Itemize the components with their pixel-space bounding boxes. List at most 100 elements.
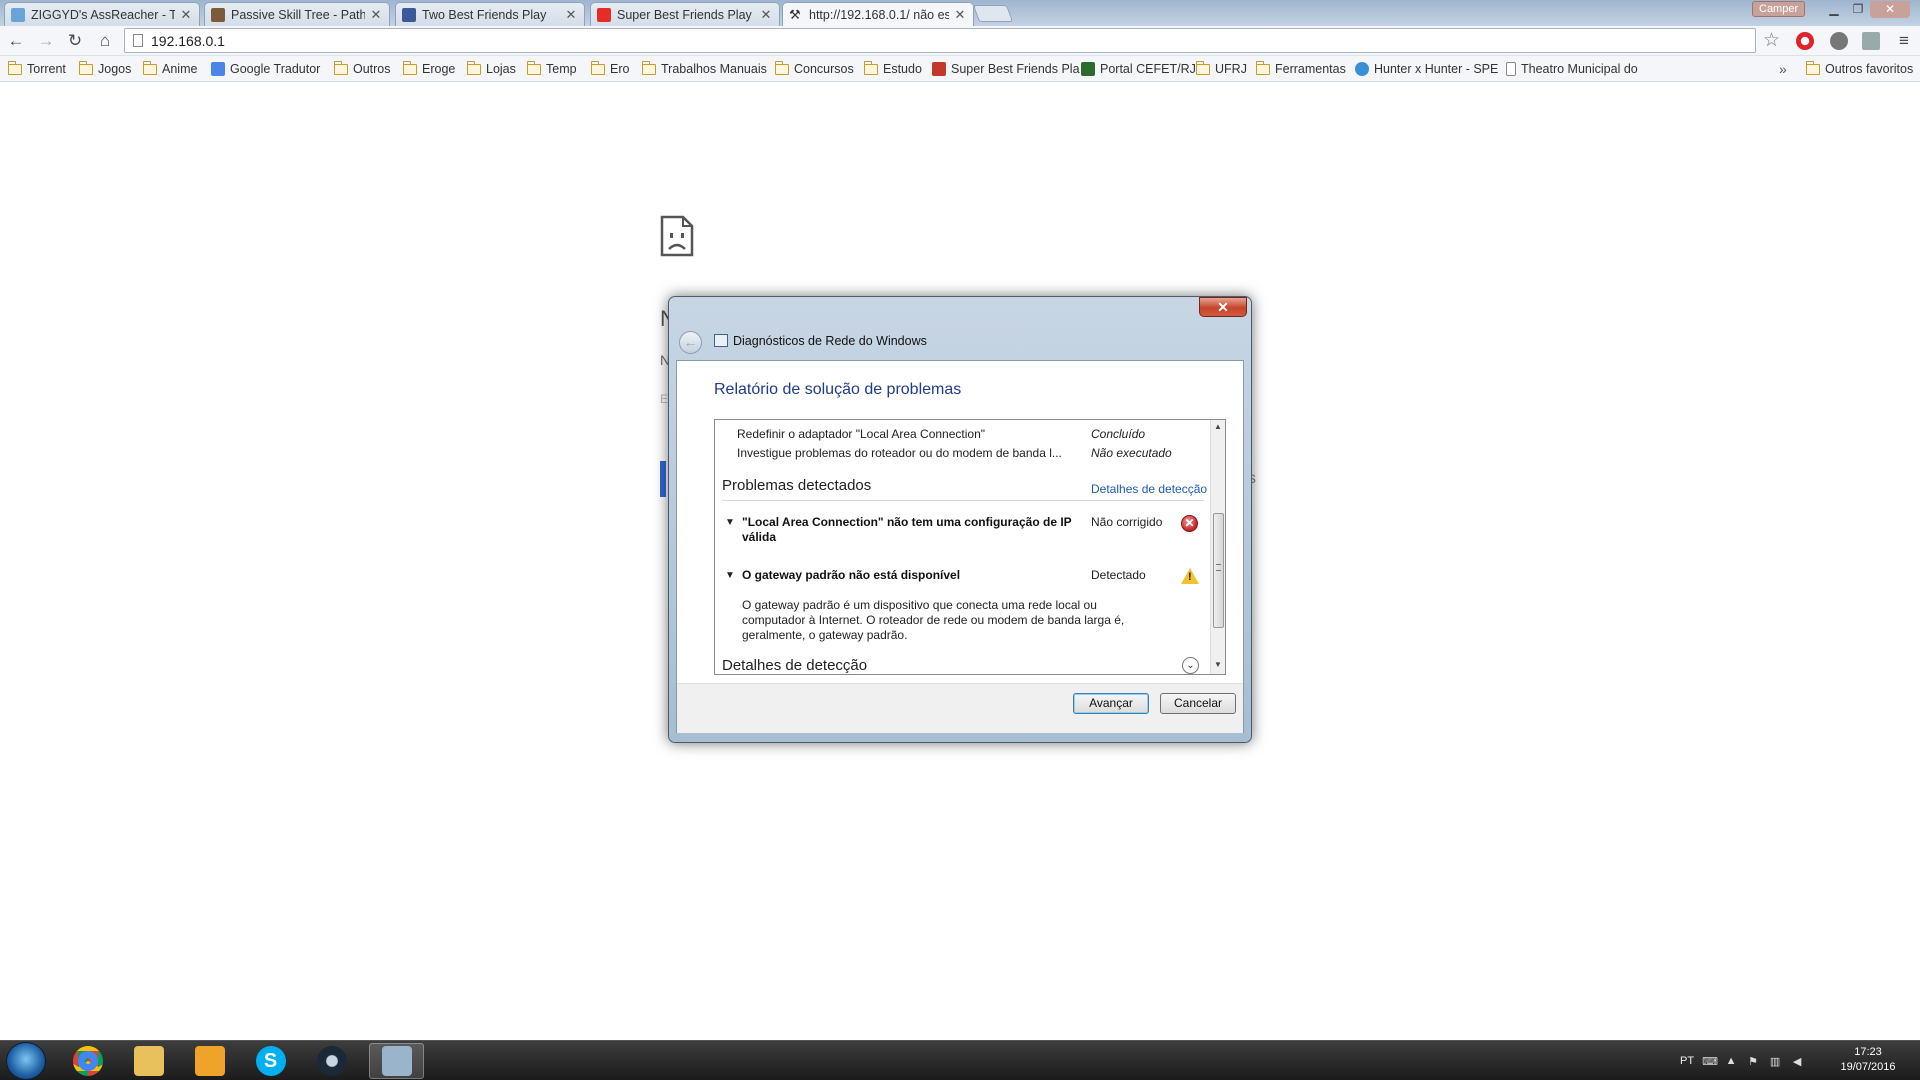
problem-title[interactable]: O gateway padrão não está disponível <box>742 568 1072 583</box>
screen: ZIGGYD's AssReacher - To ✕ Passive Skill… <box>0 0 1920 1080</box>
problem-title[interactable]: "Local Area Connection" não tem uma conf… <box>742 515 1072 545</box>
forward-arrow-icon[interactable]: → <box>34 29 58 53</box>
tab-close-icon[interactable]: ✕ <box>759 7 773 23</box>
folder-icon <box>333 60 348 75</box>
bookmark-item[interactable]: Torrent <box>7 60 66 77</box>
window-user-badge: Camper <box>1752 1 1806 17</box>
back-arrow-icon[interactable]: ← <box>679 331 702 354</box>
bookmark-item[interactable]: Ero <box>590 60 629 77</box>
bookmark-star-icon[interactable]: ☆ <box>1763 29 1780 52</box>
report-scrollbar[interactable]: ▲ ▼ <box>1210 420 1225 674</box>
bookmark-item[interactable]: Super Best Friends Pla <box>932 61 1080 77</box>
menu-icon[interactable]: ≡ <box>1892 29 1916 53</box>
google-translate-icon <box>211 62 225 76</box>
tab-favicon-icon <box>211 7 225 22</box>
show-hidden-icons-icon[interactable]: ▲ <box>1724 1055 1738 1067</box>
system-tray: PT ⌨ ▲ ⚑ ▥ ◀ <box>1680 1049 1804 1073</box>
reload-icon[interactable]: ↻ <box>63 29 87 53</box>
taskbar-app-steam[interactable] <box>304 1043 359 1079</box>
steam-icon <box>316 1046 347 1076</box>
details-section-title: Detalhes de detecção <box>722 657 868 674</box>
home-icon[interactable]: ⌂ <box>93 29 117 53</box>
taskbar-app-media-player[interactable] <box>182 1043 237 1079</box>
bookmark-item[interactable]: Temp <box>526 60 577 77</box>
bookmark-item[interactable]: Theatro Municipal do <box>1506 61 1638 77</box>
collapse-triangle-icon[interactable]: ▼ <box>725 517 735 528</box>
address-bar[interactable]: 192.168.0.1 <box>124 28 1756 53</box>
taskbar-app-explorer[interactable] <box>121 1043 176 1079</box>
scroll-down-arrow-icon[interactable]: ▼ <box>1214 660 1222 669</box>
opera-icon[interactable] <box>1796 32 1814 50</box>
bookmark-item[interactable]: Eroge <box>402 60 455 77</box>
taskbar-app-skype[interactable]: S <box>243 1043 298 1079</box>
network-icon[interactable]: ▥ <box>1768 1055 1782 1068</box>
taskbar-app-network-diagnostics[interactable] <box>369 1043 424 1079</box>
network-diagnostics-icon <box>381 1046 412 1076</box>
new-tab-button[interactable] <box>972 5 1014 22</box>
report-panel[interactable]: Redefinir o adaptador "Local Area Connec… <box>714 419 1226 675</box>
bookmark-item[interactable]: Estudo <box>863 60 922 77</box>
bookmark-item[interactable]: Google Tradutor <box>211 61 320 77</box>
tab-close-icon[interactable]: ✕ <box>369 7 383 23</box>
folder-icon <box>526 60 541 75</box>
next-button[interactable]: Avançar <box>1073 693 1149 714</box>
extension-icon[interactable] <box>1862 32 1880 50</box>
restore-icon[interactable]: ❐ <box>1846 1 1870 18</box>
minimize-icon[interactable]: ▁ <box>1822 1 1846 18</box>
bookmark-item[interactable]: Ferramentas <box>1255 60 1346 77</box>
tab-4-active[interactable]: ⚒ http://192.168.0.1/ não es ✕ <box>782 2 974 26</box>
site-icon <box>932 62 946 76</box>
folder-icon <box>1805 60 1820 75</box>
cancel-button[interactable]: Cancelar <box>1160 693 1236 714</box>
bookmark-item[interactable]: Concursos <box>774 60 854 77</box>
expand-chevron-icon[interactable]: ⌄ <box>1182 657 1199 674</box>
browser-toolbar: ← → ↻ ⌂ 192.168.0.1 ☆ ≡ <box>0 26 1920 56</box>
folder-icon <box>7 60 22 75</box>
bookmark-item[interactable]: Lojas <box>466 60 516 77</box>
tab-close-icon[interactable]: ✕ <box>953 7 967 23</box>
clock[interactable]: 17:23 19/07/2016 <box>1828 1045 1908 1075</box>
problem-status: Não corrigido <box>1091 515 1163 529</box>
dialog-close-button[interactable]: ✕ <box>1199 297 1247 317</box>
close-window-icon[interactable]: ✕ <box>1870 1 1910 18</box>
other-bookmarks[interactable]: Outros favoritos <box>1805 60 1913 77</box>
bookmark-item[interactable]: Hunter x Hunter - SPE <box>1355 61 1498 77</box>
back-arrow-icon[interactable]: ← <box>4 29 28 53</box>
globe-icon[interactable] <box>1830 32 1848 50</box>
taskbar-app-chrome[interactable] <box>60 1043 115 1079</box>
keyboard-icon[interactable]: ⌨ <box>1702 1055 1718 1068</box>
tab-close-icon[interactable]: ✕ <box>564 7 578 23</box>
folder-icon <box>142 60 157 75</box>
tab-3[interactable]: Super Best Friends Play Lo ✕ <box>590 2 780 26</box>
bookmark-item[interactable]: UFRJ <box>1195 60 1247 77</box>
scroll-thumb[interactable] <box>1213 513 1224 628</box>
bookmark-item[interactable]: Anime <box>142 60 197 77</box>
language-indicator[interactable]: PT <box>1680 1055 1694 1067</box>
bookmark-item[interactable]: Portal CEFET/RJ <box>1081 61 1196 77</box>
collapse-triangle-icon[interactable]: ▼ <box>725 570 735 581</box>
scroll-up-arrow-icon[interactable]: ▲ <box>1214 422 1222 431</box>
folder-icon <box>133 1046 164 1076</box>
volume-icon[interactable]: ◀ <box>1790 1055 1804 1068</box>
site-icon <box>1081 62 1095 76</box>
tab-favicon-icon <box>402 7 416 22</box>
bookmark-item[interactable]: Outros <box>333 60 391 77</box>
detection-details-link[interactable]: Detalhes de detecção <box>1091 482 1207 496</box>
problems-section-title: Problemas detectados <box>722 477 872 494</box>
tab-title: ZIGGYD's AssReacher - To <box>31 7 175 22</box>
start-button[interactable] <box>6 1042 46 1080</box>
tab-0[interactable]: ZIGGYD's AssReacher - To ✕ <box>4 2 200 26</box>
bookmark-item[interactable]: Jogos <box>78 60 131 77</box>
tab-close-icon[interactable]: ✕ <box>179 7 193 23</box>
action-center-flag-icon[interactable]: ⚑ <box>1746 1055 1760 1068</box>
network-diagnostics-dialog: ✕ ← Diagnósticos de Rede do Windows Rela… <box>668 296 1252 743</box>
dialog-heading: Relatório de solução de problemas <box>714 381 962 398</box>
diagnostics-app-icon <box>714 334 728 347</box>
folder-icon <box>774 60 789 75</box>
tab-2[interactable]: Two Best Friends Play ✕ <box>395 2 585 26</box>
tab-1[interactable]: Passive Skill Tree - Path of ✕ <box>204 2 390 26</box>
bookmarks-overflow-icon[interactable]: » <box>1779 61 1787 77</box>
section-divider <box>722 500 1204 501</box>
bookmark-item[interactable]: Trabalhos Manuais <box>641 60 767 77</box>
folder-icon <box>466 60 481 75</box>
